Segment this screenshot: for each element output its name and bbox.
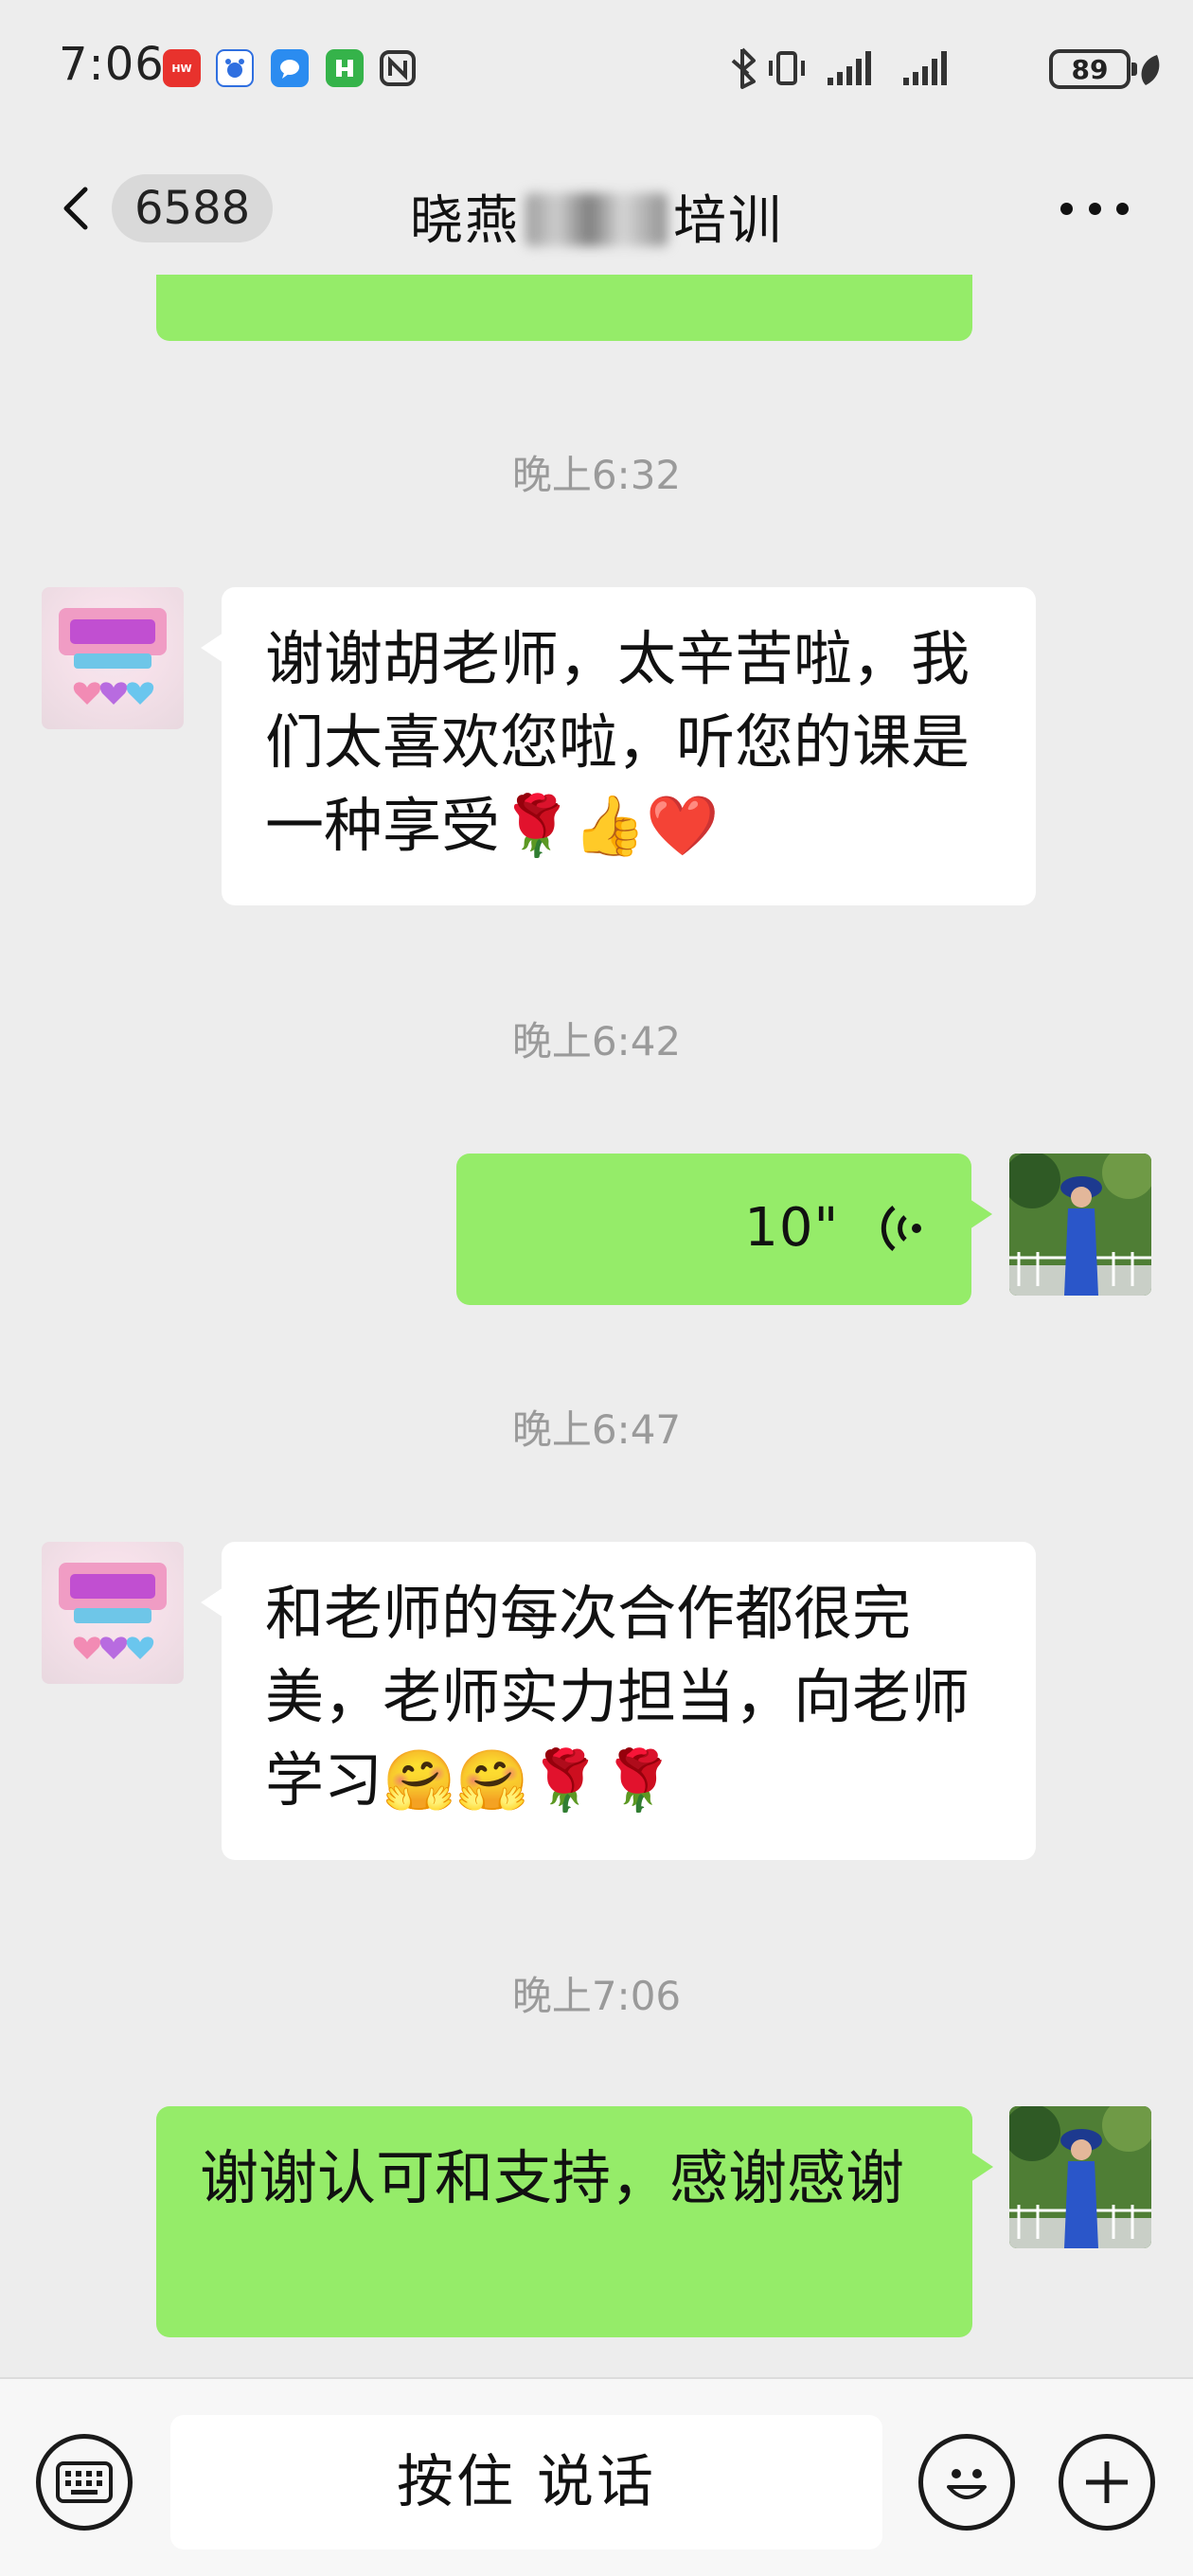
chat-header: 6588 晓燕 培训 <box>0 142 1193 275</box>
my-avatar[interactable] <box>1009 2106 1151 2248</box>
message-text: 和老师的每次合作都很完美，老师实力担当，向老师学习🤗🤗🌹🌹 <box>265 1579 970 1815</box>
contact-avatar[interactable] <box>42 1542 184 1684</box>
huawei-icon: HW <box>163 49 201 87</box>
keyboard-icon[interactable] <box>36 2434 133 2531</box>
battery-indicator: 89 <box>1049 49 1137 89</box>
message-timestamp: 晚上6:32 <box>511 452 682 498</box>
leaf-icon <box>1141 55 1160 85</box>
emoji-icon[interactable] <box>918 2434 1015 2531</box>
message-bubble[interactable]: 和老师的每次合作都很完美，老师实力担当，向老师学习🤗🤗🌹🌹 <box>201 1542 1036 1860</box>
message-text: 谢谢认可和支持，感谢感谢 <box>200 2143 905 2212</box>
chat-message-list[interactable]: 就像我们大家追求的…… 晚上6:32 谢谢胡老师，太辛苦啦，我们太喜欢您啦，听您… <box>0 275 1193 2377</box>
message-timestamp: 晚上7:06 <box>511 1973 682 2019</box>
message-bubble[interactable]: 谢谢认可和支持，感谢感谢 <box>156 2106 993 2337</box>
voice-duration: 10" <box>744 1197 840 1259</box>
message-text: 谢谢胡老师，太辛苦啦，我们太喜欢您啦，听您的课是一种享受🌹👍❤️ <box>265 624 970 860</box>
my-avatar[interactable] <box>1009 1154 1151 1296</box>
message-timestamp: 晚上6:47 <box>511 1406 682 1453</box>
baidu-icon <box>216 49 254 87</box>
green-app-icon <box>326 49 364 87</box>
nfc-icon <box>379 49 417 87</box>
status-time: 7:06 <box>59 38 165 91</box>
add-more-icon[interactable] <box>1059 2434 1155 2531</box>
message-timestamp: 晚上6:42 <box>511 1018 682 1064</box>
message-bubble-partial[interactable]: 就像我们大家追求的…… <box>156 275 972 341</box>
more-options-icon[interactable] <box>1060 197 1129 220</box>
status-indicators-icon <box>731 47 947 89</box>
chat-title-suffix: 培训 <box>673 190 783 252</box>
message-bubble[interactable]: 谢谢胡老师，太辛苦啦，我们太喜欢您啦，听您的课是一种享受🌹👍❤️ <box>201 587 1036 905</box>
status-bar: 7:06 HW 89 <box>0 0 1193 142</box>
chat-title-prefix: 晓燕 <box>410 190 520 252</box>
message-text: 就像我们大家追求的…… <box>200 275 846 282</box>
message-icon <box>271 49 309 87</box>
input-bar: 按住 说话 <box>0 2377 1193 2576</box>
redacted-title-mask <box>525 193 668 246</box>
chat-title: 晓燕 培训 <box>0 178 1193 255</box>
hold-to-talk-button[interactable]: 按住 说话 <box>170 2415 882 2549</box>
voice-message-bubble[interactable]: 10" <box>456 1154 992 1305</box>
contact-avatar[interactable] <box>42 587 184 729</box>
voice-wave-icon <box>881 1206 921 1251</box>
